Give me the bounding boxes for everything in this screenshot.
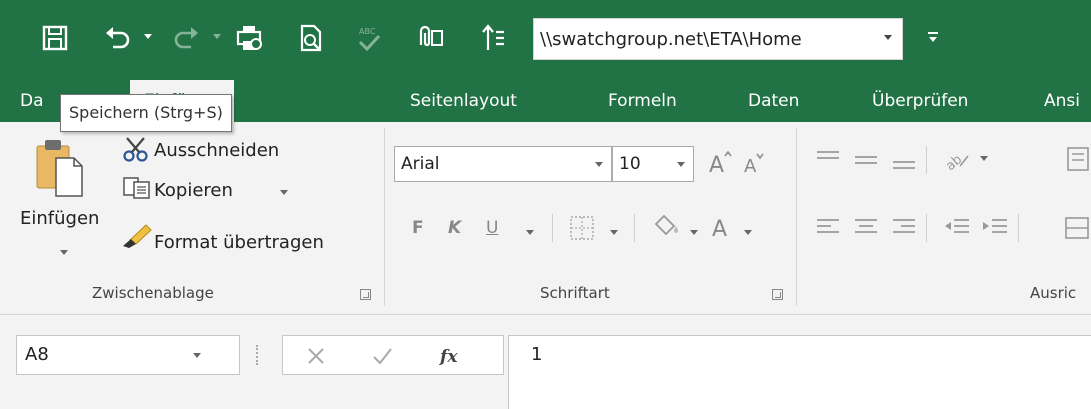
insert-function-icon[interactable]: fx: [437, 344, 467, 372]
group-divider: [796, 128, 797, 306]
sort-icon[interactable]: [476, 18, 510, 58]
clipboard-group-label: Zwischenablage: [92, 284, 214, 302]
font-color-dropdown-icon[interactable]: [744, 230, 752, 235]
svg-text:ABC: ABC: [359, 27, 376, 36]
print-preview-icon[interactable]: [230, 18, 268, 58]
decrease-indent-icon[interactable]: [942, 216, 972, 244]
italic-button[interactable]: K: [448, 218, 461, 238]
divider: [634, 214, 635, 242]
save-icon[interactable]: [38, 18, 72, 58]
save-tooltip: Speichern (Strg+S): [60, 94, 232, 132]
chevron-down-icon[interactable]: [193, 353, 201, 358]
formula-bar: A8 fx 1: [0, 315, 1091, 409]
customize-qat-icon[interactable]: [926, 30, 940, 44]
divider: [926, 146, 927, 174]
paste-icon[interactable]: [34, 136, 90, 210]
quick-access-toolbar: ABC \\swatchgroup.net\ETA\Home: [0, 0, 1091, 80]
merge-center-icon[interactable]: [1064, 214, 1090, 246]
borders-dropdown-icon[interactable]: [610, 230, 618, 235]
undo-icon[interactable]: [100, 18, 134, 58]
svg-text:A: A: [712, 217, 727, 242]
fill-color-icon[interactable]: [650, 212, 680, 246]
redo-icon[interactable]: [170, 18, 204, 58]
formula-value: 1: [531, 344, 543, 365]
svg-text:fx: fx: [439, 347, 458, 367]
fill-color-dropdown-icon[interactable]: [690, 230, 698, 235]
format-painter-button[interactable]: Format übertragen: [154, 232, 324, 253]
align-right-icon[interactable]: [890, 216, 918, 244]
increase-font-size-icon[interactable]: A: [708, 148, 734, 180]
tab-page-layout[interactable]: Seitenlayout: [410, 80, 517, 122]
tab-file[interactable]: Da: [20, 80, 44, 122]
wrap-text-icon[interactable]: [1066, 144, 1090, 178]
spelling-icon[interactable]: ABC: [352, 18, 386, 58]
paste-dropdown-icon[interactable]: [60, 250, 68, 255]
font-name-value: Arial: [401, 154, 440, 174]
align-bottom-icon[interactable]: [890, 148, 918, 176]
divider: [926, 214, 927, 242]
copy-icon[interactable]: [122, 176, 152, 204]
scissors-icon[interactable]: [122, 136, 150, 166]
cancel-icon[interactable]: [305, 345, 327, 371]
ribbon: Einfügen Ausschneiden Kopieren Format üb…: [0, 122, 1091, 315]
font-launcher-icon[interactable]: [772, 289, 783, 300]
preview-icon[interactable]: [294, 18, 328, 58]
group-divider: [384, 128, 385, 306]
orientation-dropdown-icon[interactable]: [980, 156, 988, 161]
divider: [552, 214, 553, 242]
font-color-icon[interactable]: A: [710, 212, 736, 246]
divider: [1018, 214, 1019, 242]
orientation-icon[interactable]: ab: [942, 144, 972, 178]
undo-dropdown-icon[interactable]: [144, 34, 152, 39]
file-path-combobox[interactable]: \\swatchgroup.net\ETA\Home: [533, 18, 903, 60]
chevron-down-icon[interactable]: [677, 162, 685, 167]
svg-text:A: A: [744, 156, 757, 177]
formula-buttons: fx: [282, 335, 504, 375]
increase-indent-icon[interactable]: [980, 216, 1010, 244]
confirm-icon[interactable]: [371, 345, 393, 371]
tab-review[interactable]: Überprüfen: [872, 80, 968, 122]
paste-button[interactable]: Einfügen: [20, 208, 99, 229]
alignment-group-label: Ausric: [1030, 284, 1077, 302]
clipboard-launcher-icon[interactable]: [360, 289, 371, 300]
chevron-down-icon[interactable]: [595, 162, 603, 167]
align-center-icon[interactable]: [852, 216, 880, 244]
borders-icon[interactable]: [568, 214, 596, 246]
underline-button[interactable]: U: [486, 218, 498, 238]
underline-dropdown-icon[interactable]: [526, 230, 534, 235]
cut-button[interactable]: Ausschneiden: [154, 140, 279, 161]
copy-dropdown-icon[interactable]: [280, 190, 288, 195]
resize-handle[interactable]: [256, 345, 260, 365]
decrease-font-size-icon[interactable]: A: [742, 150, 768, 182]
align-left-icon[interactable]: [814, 216, 842, 244]
align-top-icon[interactable]: [814, 148, 842, 176]
font-size-value: 10: [619, 154, 641, 174]
font-name-combobox[interactable]: Arial: [394, 146, 612, 182]
attachment-icon[interactable]: [412, 18, 448, 58]
tab-data[interactable]: Daten: [748, 80, 799, 122]
formula-input[interactable]: 1: [508, 335, 1091, 409]
redo-dropdown-icon[interactable]: [213, 34, 221, 39]
tab-formulas[interactable]: Formeln: [608, 80, 677, 122]
file-path-text: \\swatchgroup.net\ETA\Home: [540, 28, 802, 50]
bold-button[interactable]: F: [412, 218, 424, 238]
name-box-value: A8: [25, 344, 49, 365]
tab-view[interactable]: Ansi: [1044, 80, 1080, 122]
font-group-label: Schriftart: [540, 284, 610, 302]
svg-text:A: A: [709, 153, 724, 176]
chevron-down-icon[interactable]: [884, 35, 892, 40]
align-middle-icon[interactable]: [852, 148, 880, 176]
font-size-combobox[interactable]: 10: [612, 146, 694, 182]
format-painter-icon[interactable]: [120, 222, 154, 252]
name-box[interactable]: A8: [16, 335, 240, 375]
copy-button[interactable]: Kopieren: [154, 180, 233, 201]
